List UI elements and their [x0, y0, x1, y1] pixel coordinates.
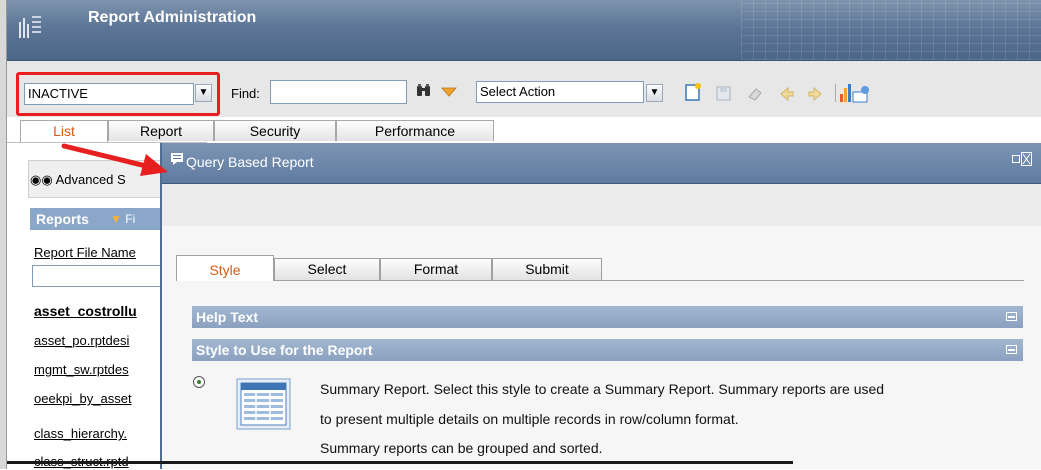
- binoculars-icon[interactable]: [415, 83, 433, 99]
- tab-style[interactable]: Style: [176, 255, 274, 281]
- summary-report-icon: [236, 378, 291, 430]
- summary-description-line: Summary Report. Select this style to cre…: [320, 381, 885, 397]
- tab-format[interactable]: Format: [380, 258, 492, 280]
- filter-small-icon: ▼: [110, 212, 122, 226]
- report-link[interactable]: oeekpi_by_asset: [34, 391, 132, 406]
- expand-icon[interactable]: [1006, 312, 1017, 321]
- previous-arrow-icon[interactable]: [778, 84, 796, 104]
- report-link[interactable]: class_hierarchy.: [34, 426, 127, 441]
- reports-app-icon: [19, 16, 41, 38]
- find-input[interactable]: [270, 80, 407, 104]
- report-chart-icon[interactable]: [835, 82, 875, 104]
- help-text-section-header[interactable]: Help Text: [192, 306, 1023, 328]
- summary-description-line: Summary reports can be grouped and sorte…: [320, 440, 603, 456]
- dialog-tabs-baseline: [176, 280, 1024, 281]
- save-icon[interactable]: [715, 84, 733, 104]
- find-label: Find:: [231, 86, 260, 101]
- tab-performance[interactable]: Performance: [336, 120, 494, 141]
- app-title: Report Administration: [88, 9, 257, 26]
- summary-style-radio[interactable]: [193, 376, 205, 388]
- tab-select[interactable]: Select: [274, 258, 380, 280]
- bottom-edge-line: [7, 461, 793, 464]
- summary-description-line: to present multiple details on multiple …: [320, 411, 739, 427]
- dialog-header-strip: [162, 184, 1041, 227]
- red-arrow-annotation: [61, 143, 168, 176]
- dialog-comment-icon: [171, 153, 183, 165]
- tab-report[interactable]: Report: [108, 120, 214, 141]
- report-link[interactable]: mgmt_sw.rptdes: [34, 362, 129, 377]
- frame-left-border: [0, 0, 7, 469]
- filter-icon[interactable]: [441, 84, 457, 100]
- report-link[interactable]: asset_costrollu: [34, 303, 137, 319]
- report-file-name-filter-input[interactable]: [32, 265, 172, 287]
- help-text-label: Help Text: [196, 309, 258, 325]
- new-report-icon[interactable]: [684, 82, 702, 102]
- reports-label: Reports: [36, 211, 89, 227]
- select-action-dropdown[interactable]: Select Action: [476, 81, 644, 103]
- binoculars-small-icon: ◉◉: [30, 172, 53, 187]
- dialog-close-icon[interactable]: [1012, 152, 1032, 166]
- main-tabs: List Report Security Performance: [20, 120, 500, 143]
- header-pattern: [741, 0, 1041, 60]
- reports-filter-link[interactable]: ▼ Fi: [110, 212, 135, 226]
- style-section-header[interactable]: Style to Use for the Report: [192, 339, 1023, 361]
- next-arrow-icon[interactable]: [806, 84, 824, 104]
- dialog-title: Query Based Report: [186, 154, 314, 170]
- report-link[interactable]: asset_po.rptdesi: [34, 333, 129, 348]
- red-highlight-box: [16, 72, 220, 116]
- style-section-label: Style to Use for the Report: [196, 342, 373, 358]
- tab-submit[interactable]: Submit: [492, 258, 602, 280]
- select-action-dropdown-button[interactable]: ▼: [646, 84, 663, 102]
- tab-security[interactable]: Security: [214, 120, 336, 141]
- clear-icon[interactable]: [746, 84, 764, 104]
- collapse-icon[interactable]: [1006, 345, 1017, 354]
- report-file-name-header[interactable]: Report File Name: [34, 245, 136, 260]
